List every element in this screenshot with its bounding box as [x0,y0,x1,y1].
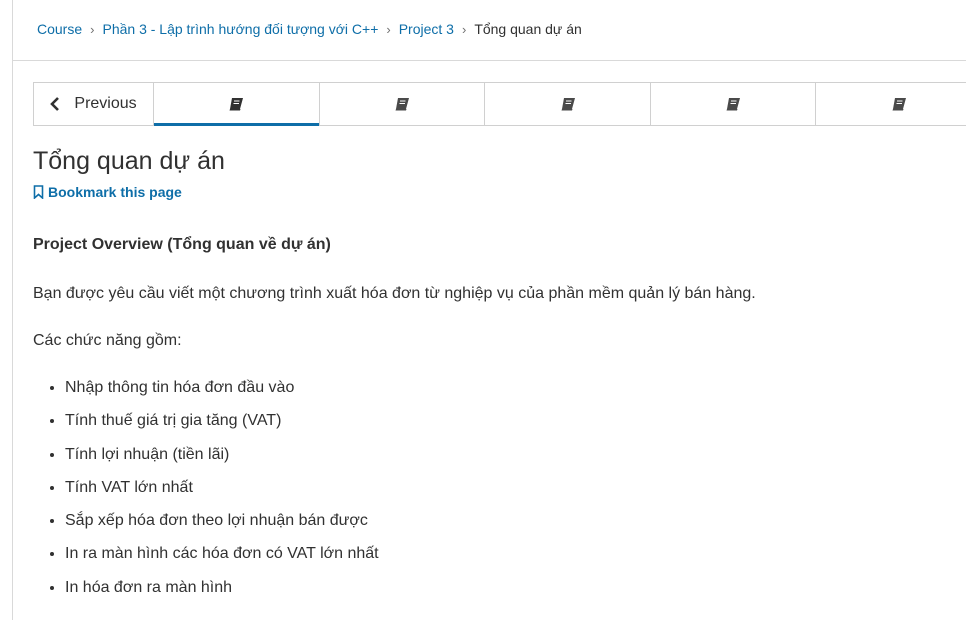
list-item: Tính thuế giá trị gia tăng (VAT) [65,410,379,443]
previous-button[interactable]: Previous [34,83,155,125]
bookmark-button[interactable]: Bookmark this page [33,184,182,200]
previous-label: Previous [74,95,137,112]
breadcrumb-section-link[interactable]: Phần 3 - Lập trình hướng đối tượng với C… [102,21,378,37]
unit-content: Project Overview (Tổng quan về dự án) Bạ… [33,236,933,596]
book-icon [891,97,907,111]
list-item: Nhập thông tin hóa đơn đầu vào [65,377,379,410]
sequence-tab-1[interactable] [154,83,320,126]
page-title: Tổng quan dự án [33,147,225,175]
sequence-tab-4[interactable] [651,83,817,125]
list-item: Tính VAT lớn nhất [65,477,379,510]
bookmark-icon [33,185,44,199]
breadcrumb-subsection-link[interactable]: Project 3 [399,21,454,37]
sequence-tab-2[interactable] [320,83,486,125]
list-item: In hóa đơn ra màn hình [65,577,379,610]
book-icon [560,97,576,111]
book-icon [394,97,410,111]
breadcrumb: Course › Phần 3 - Lập trình hướng đối tư… [37,21,582,37]
sequence-tab-5[interactable] [816,83,966,125]
sequence-navigation: Previous [33,82,966,126]
bookmark-label: Bookmark this page [48,184,182,200]
sequence-tab-3[interactable] [485,83,651,125]
list-item: In ra màn hình các hóa đơn có VAT lớn nh… [65,543,379,576]
features-intro: Các chức năng gồm: [33,332,182,349]
breadcrumb-current: Tổng quan dự án [474,21,582,37]
chevron-left-icon [50,97,60,111]
content-left-border [12,0,13,620]
chevron-right-icon: › [386,21,391,37]
chevron-right-icon: › [90,21,95,37]
list-item: Sắp xếp hóa đơn theo lợi nhuận bán được [65,510,379,543]
list-item: Tính lợi nhuận (tiền lãi) [65,444,379,477]
book-icon [228,97,244,111]
features-list: Nhập thông tin hóa đơn đầu vào Tính thuế… [33,377,379,610]
intro-paragraph: Bạn được yêu cầu viết một chương trình x… [33,285,756,302]
project-overview-heading: Project Overview (Tổng quan về dự án) [33,236,331,253]
chevron-right-icon: › [461,21,467,37]
breadcrumb-course-link[interactable]: Course [37,21,82,37]
book-icon [725,97,741,111]
breadcrumb-bar: Course › Phần 3 - Lập trình hướng đối tư… [13,0,966,61]
